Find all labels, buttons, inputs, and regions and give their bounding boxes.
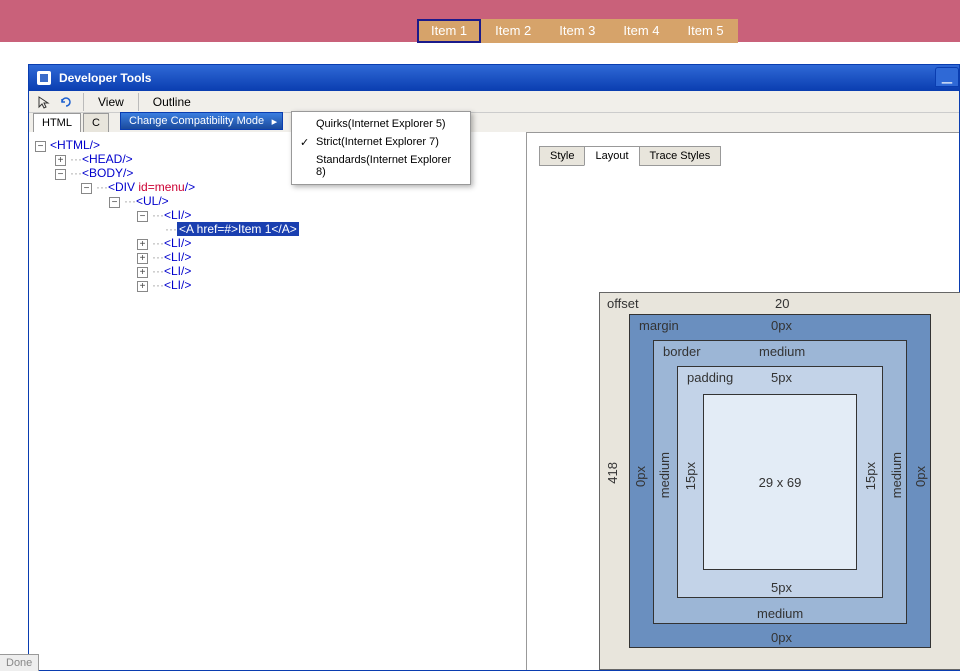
- tree-li-4[interactable]: +···<LI/>: [35, 264, 520, 278]
- compat-option-strict[interactable]: Strict(Internet Explorer 7): [292, 133, 470, 151]
- menu-item-1[interactable]: Item 1: [417, 19, 481, 43]
- menu-item-3[interactable]: Item 3: [545, 19, 609, 43]
- window-title: Developer Tools: [59, 71, 151, 85]
- tree-li-5[interactable]: +···<LI/>: [35, 278, 520, 292]
- toolbar-separator: [83, 93, 84, 111]
- select-element-icon[interactable]: [35, 93, 53, 111]
- tree-html-tag: <HTML/>: [50, 138, 100, 152]
- bm-padding-label: padding: [687, 370, 733, 385]
- tab-layout[interactable]: Layout: [584, 146, 639, 166]
- bm-margin-left: 0px: [633, 466, 648, 487]
- refresh-icon[interactable]: [57, 93, 75, 111]
- tree-div-prefix: <DIV: [108, 180, 138, 194]
- compatibility-mode-dropdown: Quirks(Internet Explorer 5) Strict(Inter…: [291, 111, 471, 185]
- devtools-window: Developer Tools _ View Outline HTML C Ch…: [28, 64, 960, 671]
- bm-margin-label: margin: [639, 318, 679, 333]
- toolbar-outline[interactable]: Outline: [147, 93, 197, 111]
- tree-div-id: id=menu: [138, 180, 184, 194]
- bm-offset-top: 20: [775, 296, 789, 311]
- toolbar-separator-2: [138, 93, 139, 111]
- tree-a-selected[interactable]: ···<A href=#>Item 1</A>: [35, 222, 520, 236]
- titlebar: Developer Tools _: [29, 65, 959, 91]
- tree-body-tag: <BODY/>: [82, 166, 133, 180]
- bm-offset-left: 418: [605, 462, 620, 484]
- tree-li-1[interactable]: −···<LI/>: [35, 208, 520, 222]
- tab-style[interactable]: Style: [539, 146, 585, 166]
- tab-html[interactable]: HTML: [33, 113, 81, 132]
- toolbar-view[interactable]: View: [92, 93, 130, 111]
- bm-padding-left: 15px: [683, 462, 698, 490]
- nav-menu: Item 1 Item 2 Item 3 Item 4 Item 5: [417, 19, 738, 43]
- bm-border-left: medium: [657, 452, 672, 498]
- tree-li-tag-4: <LI/>: [164, 264, 191, 278]
- bm-margin-top: 0px: [771, 318, 792, 333]
- menu-item-5[interactable]: Item 5: [674, 19, 738, 43]
- tree-ul-tag: <UL/>: [136, 194, 169, 208]
- box-model: 29 x 69 offset 20 418 margin 0px 0px 0px…: [599, 292, 960, 670]
- bm-border-right: medium: [889, 452, 904, 498]
- tree-div-suffix: />: [185, 180, 195, 194]
- done-button[interactable]: Done: [0, 654, 39, 671]
- right-panel: Style Layout Trace Styles 29 x 69 offset…: [527, 132, 959, 670]
- bm-offset-label: offset: [607, 296, 639, 311]
- compat-option-quirks[interactable]: Quirks(Internet Explorer 5): [292, 115, 470, 133]
- right-tabstrip: Style Layout Trace Styles: [539, 146, 720, 166]
- menu-item-4[interactable]: Item 4: [609, 19, 673, 43]
- tab-trace-styles[interactable]: Trace Styles: [639, 146, 722, 166]
- tree-li-tag-3: <LI/>: [164, 250, 191, 264]
- dom-tree-panel: −<HTML/> +···<HEAD/> −···<BODY/> −···<DI…: [29, 132, 527, 670]
- bm-padding-bottom: 5px: [771, 580, 792, 595]
- toolbar: View Outline: [29, 91, 959, 113]
- bm-padding-right: 15px: [863, 462, 878, 490]
- tab-css-partial[interactable]: C: [83, 113, 109, 132]
- tree-li-tag-1: <LI/>: [164, 208, 191, 222]
- tree-li-tag-5: <LI/>: [164, 278, 191, 292]
- bm-border-top: medium: [759, 344, 805, 359]
- tree-head-tag: <HEAD/>: [82, 152, 133, 166]
- tree-ul[interactable]: −···<UL/>: [35, 194, 520, 208]
- compat-option-standards[interactable]: Standards(Internet Explorer 8): [292, 151, 470, 181]
- tree-a-tag: <A href=#>Item 1</A>: [177, 222, 299, 236]
- bm-content-layer: 29 x 69: [703, 394, 857, 570]
- tree-li-tag-2: <LI/>: [164, 236, 191, 250]
- menu-item-2[interactable]: Item 2: [481, 19, 545, 43]
- bm-border-label: border: [663, 344, 701, 359]
- page-top-bar: Item 1 Item 2 Item 3 Item 4 Item 5: [0, 0, 960, 42]
- bm-padding-top: 5px: [771, 370, 792, 385]
- bm-border-bottom: medium: [757, 606, 803, 621]
- tree-li-2[interactable]: +···<LI/>: [35, 236, 520, 250]
- tree-li-3[interactable]: +···<LI/>: [35, 250, 520, 264]
- bm-margin-right: 0px: [913, 466, 928, 487]
- app-icon: [37, 71, 51, 85]
- change-compatibility-mode-button[interactable]: Change Compatibility Mode: [120, 112, 283, 130]
- bm-margin-bottom: 0px: [771, 630, 792, 645]
- minimize-button[interactable]: _: [935, 67, 959, 87]
